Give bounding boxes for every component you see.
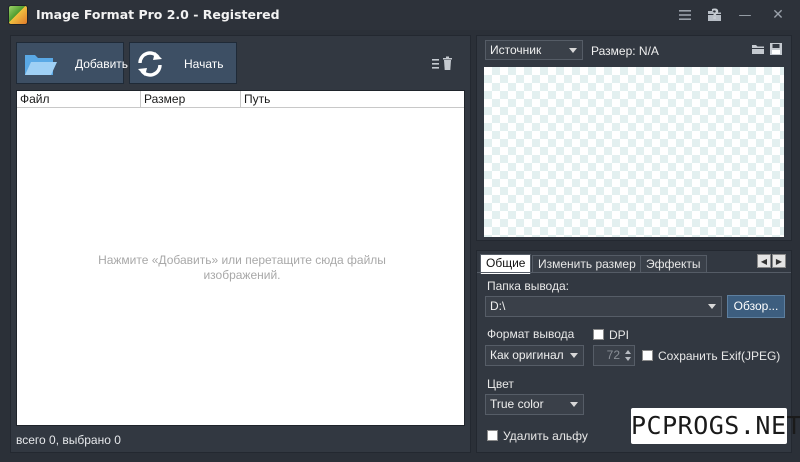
close-icon: ✕ bbox=[772, 7, 784, 23]
browse-button[interactable]: Обзор... bbox=[727, 295, 785, 318]
color-label: Цвет bbox=[487, 377, 514, 391]
remove-alpha-checkbox[interactable] bbox=[487, 430, 498, 441]
chevron-down-icon bbox=[708, 304, 716, 309]
file-table-header: Файл Размер Путь bbox=[17, 91, 464, 108]
remove-alpha-label: Удалить альфу bbox=[503, 429, 588, 443]
status-bar-text: всего 0, выбрано 0 bbox=[16, 433, 121, 447]
tab-general[interactable]: Общие bbox=[480, 254, 532, 274]
color-select[interactable]: True color bbox=[485, 394, 584, 415]
dpi-spinbox[interactable]: 72 bbox=[593, 345, 635, 366]
help-icon: ? bbox=[710, 7, 720, 23]
image-size-label: Размер: N/A bbox=[591, 44, 659, 58]
output-folder-label: Папка вывода: bbox=[487, 279, 569, 293]
close-button[interactable]: ✕ bbox=[767, 4, 789, 26]
dpi-value: 72 bbox=[606, 348, 620, 362]
start-button-label: Начать bbox=[184, 57, 224, 71]
source-select-value: Источник bbox=[490, 43, 542, 57]
chevron-down-icon bbox=[570, 402, 578, 407]
keep-exif-label: Сохранить Exif(JPEG) bbox=[658, 349, 781, 363]
add-button-label: Добавить bbox=[75, 57, 129, 71]
dpi-label: DPI bbox=[609, 328, 630, 342]
tab-divider bbox=[477, 272, 791, 273]
tab-effects[interactable]: Эффекты bbox=[640, 255, 707, 273]
color-value: True color bbox=[490, 397, 544, 411]
minimize-icon: — bbox=[738, 7, 752, 23]
column-path[interactable]: Путь bbox=[241, 91, 464, 108]
clear-list-icon[interactable] bbox=[431, 55, 455, 73]
save-icon[interactable] bbox=[769, 42, 783, 56]
refresh-icon bbox=[138, 51, 162, 77]
open-folder-icon bbox=[25, 55, 57, 75]
dpi-checkbox[interactable] bbox=[593, 329, 604, 340]
file-table[interactable]: Файл Размер Путь Нажмите «Добавить» или … bbox=[16, 90, 465, 426]
chevron-down-icon bbox=[569, 48, 577, 53]
spin-down-icon[interactable] bbox=[625, 357, 631, 361]
spin-up-icon[interactable] bbox=[625, 350, 631, 354]
window-title: Image Format Pro 2.0 - Registered bbox=[36, 7, 280, 22]
tab-scroll-right-icon[interactable]: ▶ bbox=[772, 254, 786, 268]
preview-panel: Источник Размер: N/A bbox=[476, 35, 792, 241]
start-button[interactable]: Начать bbox=[129, 42, 237, 84]
output-folder-select[interactable]: D:\ bbox=[485, 296, 722, 317]
app-logo-icon bbox=[8, 5, 28, 25]
help-button[interactable]: ? bbox=[704, 4, 726, 26]
chevron-down-icon bbox=[570, 353, 578, 358]
output-format-value: Как оригинал bbox=[490, 348, 564, 362]
output-format-select[interactable]: Как оригинал bbox=[485, 345, 584, 366]
column-size[interactable]: Размер bbox=[141, 91, 241, 108]
output-folder-value: D:\ bbox=[490, 299, 506, 313]
title-bar: Image Format Pro 2.0 - Registered ? — ✕ bbox=[0, 0, 800, 30]
source-select[interactable]: Источник bbox=[485, 40, 583, 60]
column-file[interactable]: Файл bbox=[17, 91, 141, 108]
tab-scroll-left-icon[interactable]: ◀ bbox=[757, 254, 771, 268]
keep-exif-checkbox[interactable] bbox=[642, 350, 653, 361]
minimize-button[interactable]: — bbox=[734, 4, 756, 26]
open-folder-icon[interactable] bbox=[751, 42, 765, 56]
empty-list-hint: Нажмите «Добавить» или перетащите сюда ф… bbox=[98, 253, 386, 282]
tab-resize[interactable]: Изменить размер bbox=[532, 255, 642, 273]
menu-icon-spacer bbox=[674, 4, 696, 26]
watermark: PCPROGS.NET bbox=[631, 408, 800, 444]
output-format-label: Формат вывода bbox=[487, 327, 575, 341]
add-files-button[interactable]: Добавить bbox=[16, 42, 128, 84]
file-list-panel: Добавить Начать Файл Размер Путь Нажмите… bbox=[10, 35, 471, 453]
image-preview-area bbox=[484, 67, 784, 237]
